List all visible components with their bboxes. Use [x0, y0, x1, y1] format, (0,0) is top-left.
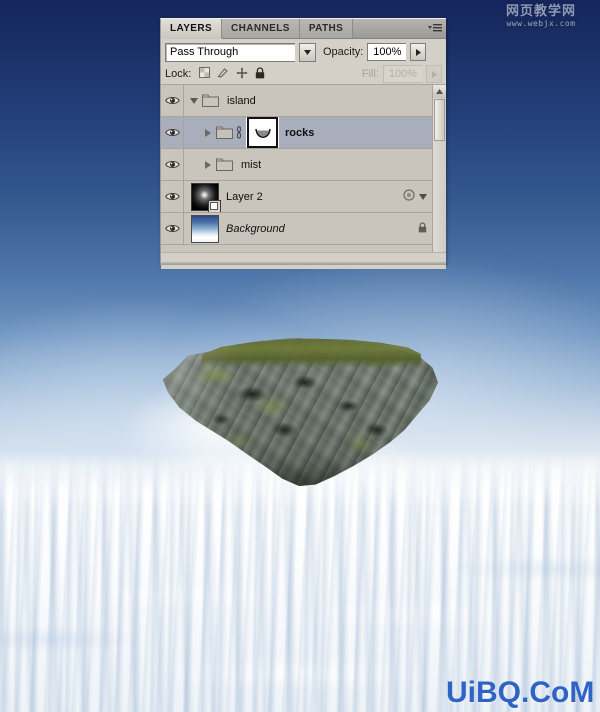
disclosure-triangle-down-icon[interactable] [187, 97, 200, 104]
layer-rows: island rocks mist Layer 2 Background [161, 85, 433, 252]
lock-icon [418, 221, 427, 236]
canvas-stage: 网页教学网 www.webjx.com UiBQ.CoM LAYERS CHAN… [0, 0, 600, 712]
eye-icon[interactable] [161, 149, 184, 180]
expand-triangle-icon[interactable] [419, 191, 427, 203]
blend-mode-value: Pass Through [170, 46, 239, 58]
folder-icon [214, 158, 234, 171]
folder-icon [200, 94, 220, 107]
lock-row: Lock: Fill: 100% [161, 64, 446, 85]
floating-rock-island [126, 338, 438, 486]
panel-menu-icon[interactable] [424, 19, 446, 38]
fill-label: Fill: [361, 68, 379, 80]
layer-name-background: Background [226, 222, 285, 235]
island-moss-top [198, 338, 422, 368]
blend-opacity-row: Pass Through Opacity: 100% [161, 39, 446, 64]
chevron-down-icon[interactable] [299, 42, 316, 62]
fill-chevron-right-icon[interactable] [426, 65, 442, 83]
sky-thumbnail[interactable] [191, 214, 219, 243]
layer-row-layer-2[interactable]: Layer 2 [161, 181, 433, 213]
layer-list-scrollbar[interactable] [432, 85, 446, 252]
eye-icon[interactable] [161, 117, 184, 148]
lock-image-pixels-icon[interactable] [217, 67, 229, 81]
panel-footer [161, 252, 446, 269]
layer-body-rocks: rocks [184, 117, 433, 148]
layer-body-island: island [184, 85, 433, 116]
folder-icon [214, 126, 234, 139]
panel-bottom-edge [161, 262, 446, 265]
fx-circle-icon[interactable] [403, 189, 415, 204]
layer-body-background: Background [184, 213, 433, 244]
chevron-right-icon[interactable] [410, 43, 427, 61]
layer-body-layer-2: Layer 2 [184, 181, 433, 212]
fill-group: Fill: 100% [362, 65, 442, 83]
layer-name-rocks: rocks [285, 126, 315, 139]
tab-layers[interactable]: LAYERS [161, 19, 223, 39]
link-icon[interactable] [234, 126, 244, 139]
eye-icon[interactable] [161, 213, 184, 244]
layer-list: island rocks mist Layer 2 Background [161, 85, 446, 252]
tab-channels[interactable]: CHANNELS [222, 19, 300, 38]
layer-row-island[interactable]: island [161, 85, 433, 117]
scrollbar-thumb[interactable] [434, 99, 445, 141]
lock-icon-group [199, 66, 265, 82]
tab-paths[interactable]: PATHS [299, 19, 354, 38]
layer-name-mist: mist [241, 158, 262, 171]
tab-bar-spacer [353, 19, 424, 38]
lock-transparent-pixels-icon[interactable] [199, 67, 211, 81]
glow-thumbnail[interactable] [191, 182, 221, 212]
cloud-streaks [0, 452, 600, 712]
layer-name-island: island [227, 94, 256, 107]
layer-row-rocks[interactable]: rocks [161, 117, 433, 149]
layer-right-icons-background [418, 221, 433, 236]
blend-mode-select[interactable]: Pass Through [165, 42, 295, 62]
lock-all-icon[interactable] [255, 66, 265, 82]
eye-icon[interactable] [161, 181, 184, 212]
opacity-input[interactable]: 100% [367, 43, 407, 61]
layer-row-mist[interactable]: mist [161, 149, 433, 181]
layers-panel: LAYERS CHANNELS PATHS Pass Through Opaci… [160, 18, 446, 269]
opacity-label: Opacity: [323, 46, 364, 58]
scroll-up-arrow-icon[interactable] [433, 85, 446, 99]
layer-body-mist: mist [184, 149, 433, 180]
vector-mask-thumbnail[interactable] [247, 117, 278, 148]
fill-input[interactable]: 100% [383, 65, 422, 83]
disclosure-triangle-right-icon[interactable] [201, 128, 214, 137]
cloud-sea [0, 452, 600, 712]
lock-position-icon[interactable] [236, 67, 248, 82]
smart-object-badge-icon [208, 199, 221, 212]
eye-icon[interactable] [161, 85, 184, 116]
disclosure-triangle-right-icon[interactable] [201, 160, 214, 169]
panel-tab-bar: LAYERS CHANNELS PATHS [161, 19, 446, 39]
lock-label: Lock: [165, 68, 192, 80]
layer-name-layer-2: Layer 2 [226, 190, 263, 203]
layer-right-icons-layer-2 [403, 189, 433, 204]
layer-row-background[interactable]: Background [161, 213, 433, 245]
